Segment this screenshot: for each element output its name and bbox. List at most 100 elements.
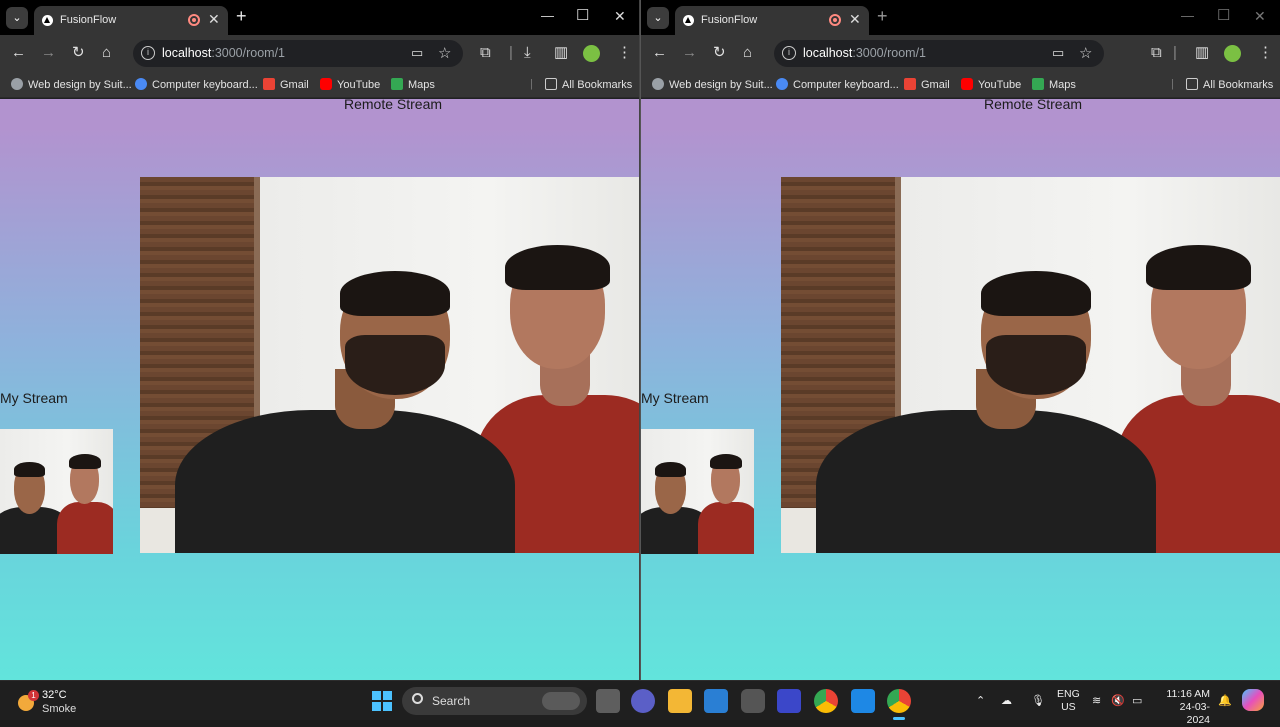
wifi-icon[interactable]: ≋ [1092, 694, 1101, 707]
bookmark-star-icon[interactable]: ☆ [438, 44, 451, 62]
system-clock[interactable]: 11:16 AM 24-03-2024 [1158, 688, 1210, 727]
bookmarks-divider: | [530, 78, 533, 90]
windows-start-icon[interactable] [370, 689, 394, 713]
back-arrow-icon[interactable]: ← [11, 44, 26, 62]
remote-stream-video [781, 177, 1280, 553]
new-tab-button[interactable]: + [236, 6, 247, 27]
app-icon[interactable] [741, 689, 765, 713]
url-text: localhost:3000/room/1 [162, 46, 285, 60]
bookmark-item[interactable]: Maps [1032, 78, 1076, 91]
globe-icon [652, 78, 664, 90]
bookmark-item[interactable]: Maps [391, 78, 435, 91]
extensions-icon[interactable]: ⧉ [1151, 44, 1162, 62]
address-bar[interactable]: i localhost:3000/room/1 ▭ ☆ [774, 40, 1104, 67]
bookmark-item[interactable]: Gmail [904, 78, 950, 91]
download-icon[interactable]: ⤓ [524, 44, 531, 62]
profile-avatar[interactable] [1224, 45, 1241, 62]
close-window-button[interactable]: ✕ [614, 8, 626, 25]
site-info-icon[interactable]: i [782, 46, 796, 60]
tab-title: FusionFlow [60, 14, 117, 26]
minimize-button[interactable]: — [541, 8, 554, 23]
menu-kebab-icon[interactable]: ⋮ [1258, 44, 1273, 62]
clock-time: 11:16 AM [1166, 688, 1210, 700]
site-icon [135, 78, 147, 90]
vscode-icon[interactable] [851, 689, 875, 713]
tab-fusionflow[interactable]: FusionFlow ✕ [675, 6, 869, 35]
minimize-button[interactable]: — [1181, 8, 1194, 23]
url-path: :3000/room/1 [211, 46, 286, 60]
microsoft-store-icon[interactable] [704, 689, 728, 713]
bookmarks-bar: Web design by Suit... Computer keyboard.… [0, 72, 639, 98]
language-code: ENG [1057, 688, 1080, 700]
bookmark-label: YouTube [337, 79, 381, 91]
address-bar[interactable]: i localhost:3000/room/1 ▭ ☆ [133, 40, 463, 67]
taskbar-search[interactable]: Search [402, 687, 587, 715]
microphone-icon[interactable]: 🎙 [1031, 694, 1045, 707]
bookmark-label: Gmail [921, 79, 950, 91]
back-arrow-icon[interactable]: ← [652, 44, 667, 62]
bookmarks-bar: Web design by Suit... Computer keyboard.… [641, 72, 1280, 98]
all-bookmarks-button[interactable]: All Bookmarks [1186, 78, 1273, 91]
menu-kebab-icon[interactable]: ⋮ [617, 44, 632, 62]
chat-icon[interactable] [631, 689, 655, 713]
tab-close-icon[interactable]: ✕ [849, 11, 861, 28]
url-text: localhost:3000/room/1 [803, 46, 926, 60]
reload-icon[interactable]: ↻ [713, 44, 726, 62]
reload-icon[interactable]: ↻ [72, 44, 85, 62]
tab-close-icon[interactable]: ✕ [208, 11, 220, 28]
tab-search-button[interactable]: ⌄ [647, 7, 669, 29]
weather-widget[interactable]: 1 32°C Smoke [14, 687, 104, 717]
tab-fusionflow[interactable]: FusionFlow ✕ [34, 6, 228, 35]
site-info-icon[interactable]: i [141, 46, 155, 60]
close-window-button[interactable]: ✕ [1254, 8, 1266, 25]
chrome-icon[interactable] [814, 689, 838, 713]
recording-indicator-icon [188, 14, 200, 26]
chrome-active-icon[interactable] [887, 689, 911, 713]
bookmark-star-icon[interactable]: ☆ [1079, 44, 1092, 62]
camera-in-use-icon[interactable]: ▭ [1052, 45, 1064, 61]
search-highlight-icon [542, 692, 580, 710]
profile-avatar[interactable] [583, 45, 600, 62]
forward-arrow-icon[interactable]: → [682, 44, 697, 62]
code-app-icon[interactable] [777, 689, 801, 713]
forward-arrow-icon[interactable]: → [41, 44, 56, 62]
site-icon [776, 78, 788, 90]
side-panel-icon[interactable]: ▥ [1195, 44, 1209, 62]
page-viewport: Remote Stream My Stream [0, 96, 639, 680]
browser-window-right: ⌄ FusionFlow ✕ + — ☐ ✕ ← → ↻ ⌂ i localho… [640, 0, 1280, 680]
extensions-icon[interactable]: ⧉ [480, 44, 491, 62]
notifications-bell-icon[interactable]: 🔔 [1218, 694, 1232, 707]
maps-icon [391, 78, 403, 90]
bookmark-item[interactable]: Gmail [263, 78, 309, 91]
file-explorer-icon[interactable] [668, 689, 692, 713]
bookmark-label: Maps [408, 79, 435, 91]
all-bookmarks-button[interactable]: All Bookmarks [545, 78, 632, 91]
bookmark-item[interactable]: Web design by Suit... [652, 78, 773, 91]
bookmark-item[interactable]: YouTube [320, 78, 380, 91]
bookmark-item[interactable]: YouTube [961, 78, 1021, 91]
volume-muted-icon[interactable]: 🔇 [1111, 694, 1125, 707]
my-stream-video [0, 429, 113, 554]
battery-icon[interactable]: ▭ [1132, 694, 1142, 707]
bookmark-label: Maps [1049, 79, 1076, 91]
home-icon[interactable]: ⌂ [102, 44, 111, 62]
tab-strip: ⌄ FusionFlow ✕ + — ☐ ✕ [641, 0, 1280, 35]
bookmark-item[interactable]: Web design by Suit... [11, 78, 132, 91]
onedrive-cloud-icon[interactable]: ☁ [1001, 694, 1012, 707]
bookmark-item[interactable]: Computer keyboard... [776, 78, 899, 91]
task-view-icon[interactable] [596, 689, 620, 713]
windows-taskbar: 1 32°C Smoke Search ⌃ ☁ 🎙 ENG US ≋ 🔇 ▭ 1… [0, 680, 1280, 726]
copilot-icon[interactable] [1242, 689, 1264, 711]
maximize-button[interactable]: ☐ [1217, 6, 1230, 24]
bookmark-item[interactable]: Computer keyboard... [135, 78, 258, 91]
recording-indicator-icon [829, 14, 841, 26]
show-hidden-icons-chevron-icon[interactable]: ⌃ [976, 694, 985, 707]
home-icon[interactable]: ⌂ [743, 44, 752, 62]
tab-search-button[interactable]: ⌄ [6, 7, 28, 29]
camera-in-use-icon[interactable]: ▭ [411, 45, 423, 61]
weather-condition: Smoke [42, 703, 77, 715]
side-panel-icon[interactable]: ▥ [554, 44, 568, 62]
language-indicator[interactable]: ENG US [1057, 688, 1080, 714]
maximize-button[interactable]: ☐ [576, 6, 589, 24]
new-tab-button[interactable]: + [877, 6, 888, 27]
